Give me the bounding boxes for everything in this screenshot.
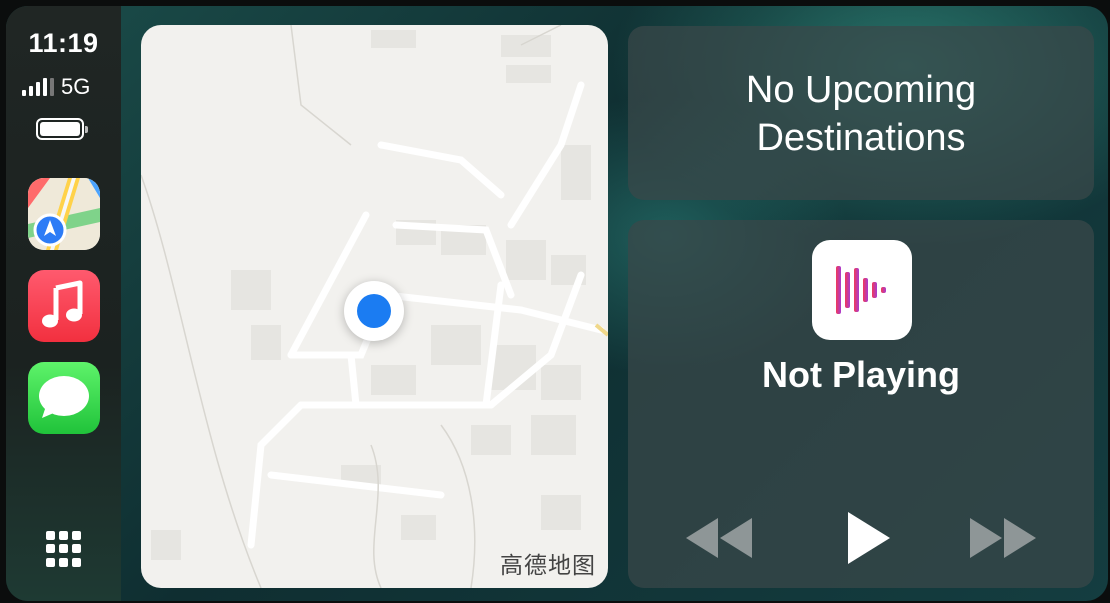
speech-bubble-icon — [39, 376, 89, 418]
maps-app-button[interactable] — [28, 178, 100, 250]
current-location-marker — [344, 281, 404, 341]
now-playing-card[interactable]: Not Playing — [628, 220, 1094, 588]
maps-icon — [28, 178, 100, 250]
battery-icon — [36, 118, 88, 140]
audio-waveform-icon — [812, 240, 912, 340]
music-note-icon — [42, 280, 83, 328]
map-brand-label: 高德地图 — [500, 553, 596, 579]
status-row: 5G — [22, 74, 90, 100]
music-app-button[interactable] — [28, 270, 100, 342]
status-time: 11:19 — [28, 28, 99, 58]
play-icon[interactable] — [836, 512, 896, 564]
network-type: 5G — [61, 74, 91, 99]
carplay-screen: 11:19 5G 高德地图 No Upcoming Destinations N… — [6, 6, 1108, 601]
destinations-card[interactable]: No Upcoming Destinations — [628, 26, 1094, 200]
fast-forward-icon[interactable] — [968, 512, 1038, 564]
rewind-icon[interactable] — [684, 512, 754, 564]
now-playing-status: Not Playing — [761, 354, 961, 395]
map-view[interactable]: 高德地图 — [141, 25, 608, 588]
app-grid-icon[interactable] — [46, 531, 82, 567]
sidebar: 11:19 5G — [6, 6, 121, 601]
signal-strength-icon — [22, 78, 54, 96]
destinations-text: No Upcoming Destinations — [745, 69, 977, 159]
messages-app-button[interactable] — [28, 362, 100, 434]
